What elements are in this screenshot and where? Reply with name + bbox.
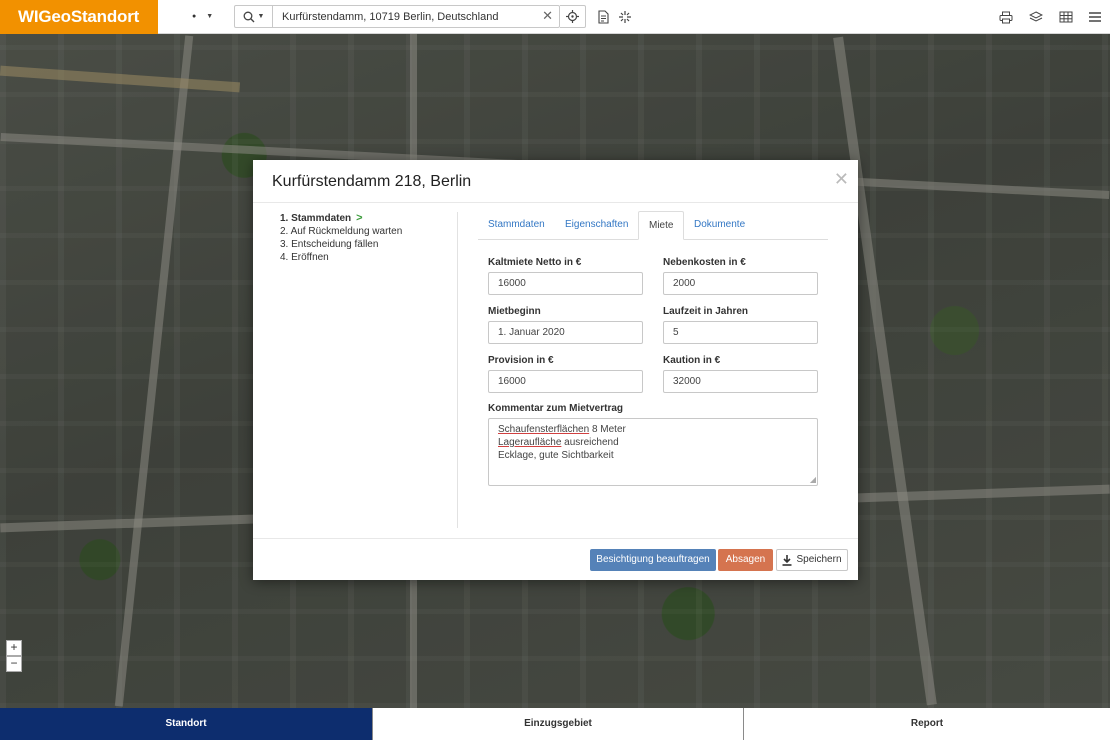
resize-grip-icon[interactable]: ◢ [810,476,816,484]
besichtigung-button[interactable]: Besichtigung beauftragen [590,549,716,571]
divider [253,538,858,539]
speichern-label: Speichern [796,554,842,565]
dialog-title: Kurfürstendamm 218, Berlin [272,173,472,190]
tab-eigenschaften[interactable]: Eigenschaften [555,211,638,240]
step-label: Auf Rückmeldung warten [290,226,403,237]
print-icon[interactable] [998,9,1014,25]
search-input[interactable] [275,7,535,26]
kaltmiete-label: Kaltmiete Netto in € [488,257,582,268]
chevron-right-icon: > [356,212,363,224]
bottom-navigation: Standort Einzugsgebiet Report [0,708,1110,740]
textarea-line: Ecklage, gute Sichtbarkeit [498,450,614,461]
step-item[interactable]: 1. Stammdaten > [280,212,402,225]
tab-report[interactable]: Report [743,708,1110,740]
table-icon[interactable] [1058,9,1074,25]
chevron-down-icon: ▼ [257,13,265,20]
zoom-in-button[interactable]: + [6,640,22,656]
nebenkosten-field[interactable]: 2000 [663,272,818,295]
document-icon[interactable] [595,9,611,25]
kaution-field[interactable]: 32000 [663,370,818,393]
tab-stammdaten[interactable]: Stammdaten [478,211,555,240]
step-label: Eröffnen [291,252,329,263]
provision-label: Provision in € [488,355,554,366]
map-point-dropdown[interactable]: ● ▼ [192,9,213,21]
divider [253,202,858,203]
tab-miete[interactable]: Miete [638,211,685,240]
tab-standort[interactable]: Standort [0,708,372,740]
provision-field[interactable]: 16000 [488,370,643,393]
close-icon[interactable]: ✕ [834,170,849,188]
textarea-line: Schaufensterflächen 8 Meter [498,424,626,435]
location-dialog: Kurfürstendamm 218, Berlin ✕ 1. Stammdat… [253,160,858,580]
search-mode-button[interactable]: ▼ [235,6,273,27]
absagen-button[interactable]: Absagen [718,549,773,571]
kaution-label: Kaution in € [663,355,721,366]
speichern-button[interactable]: Speichern [776,549,848,571]
kommentar-textarea[interactable]: Schaufensterflächen 8 Meter Lageraufläch… [488,418,818,486]
nebenkosten-label: Nebenkosten in € [663,257,746,268]
dot-icon: ● [192,13,197,20]
zoom-control: + − [6,640,22,672]
address-search: ▼ ✕ [234,5,560,28]
locate-button[interactable] [560,5,586,28]
step-label: Stammdaten [291,213,352,224]
step-item[interactable]: 2. Auf Rückmeldung warten [280,225,402,238]
download-icon [782,554,792,566]
mietbeginn-label: Mietbeginn [488,306,541,317]
textarea-line: Lageraufläche ausreichend [498,437,619,448]
kaltmiete-field[interactable]: 16000 [488,272,643,295]
tab-dokumente[interactable]: Dokumente [684,211,755,240]
top-toolbar: WIGeoStandort ●▼ ▼ ✕ [0,0,1110,34]
tab-einzugsgebiet[interactable]: Einzugsgebiet [372,708,743,740]
step-item[interactable]: 4. Eröffnen [280,251,402,264]
mietbeginn-field[interactable]: 1. Januar 2020 [488,321,643,344]
search-icon [243,11,255,22]
clear-search-icon[interactable]: ✕ [542,9,553,23]
workflow-steps: 1. Stammdaten > 2. Auf Rückmeldung warten… [280,212,402,264]
chevron-down-icon: ▼ [206,13,214,20]
dialog-tabs: Stammdaten Eigenschaften Miete Dokumente [478,211,828,240]
app-logo[interactable]: WIGeoStandort [0,0,158,34]
step-item[interactable]: 3. Entscheidung fällen [280,238,402,251]
step-label: Entscheidung fällen [291,239,379,250]
laufzeit-label: Laufzeit in Jahren [663,306,749,317]
locate-icon [566,10,579,23]
menu-icon[interactable] [1087,9,1103,25]
cursor-tool-icon[interactable] [617,9,633,25]
layers-icon[interactable] [1028,9,1044,25]
divider [457,212,458,528]
kommentar-label: Kommentar zum Mietvertrag [488,403,624,414]
laufzeit-field[interactable]: 5 [663,321,818,344]
zoom-out-button[interactable]: − [6,656,22,672]
